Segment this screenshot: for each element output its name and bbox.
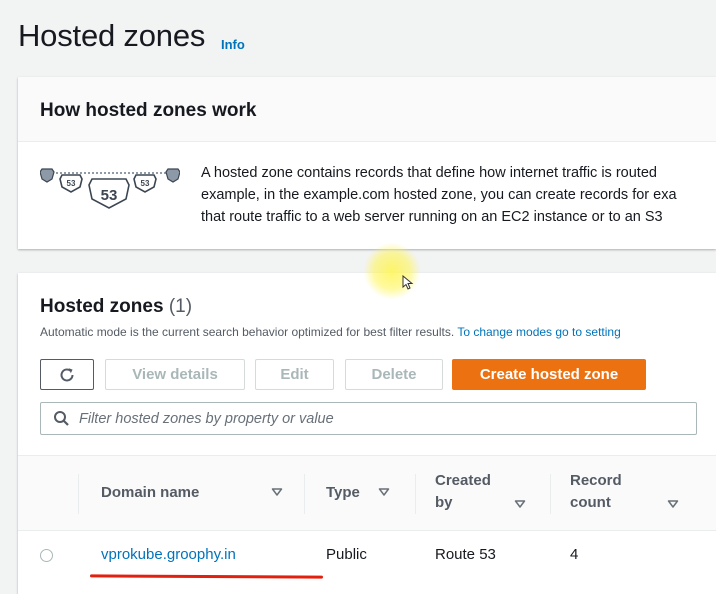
zones-panel-title: Hosted zones (1) <box>40 296 192 318</box>
create-hosted-zone-button[interactable]: Create hosted zone <box>452 359 646 390</box>
shield-label-right: 53 <box>141 179 150 188</box>
filter-input[interactable] <box>79 403 679 434</box>
column-divider <box>550 474 551 514</box>
column-divider <box>415 474 416 514</box>
page-title: Hosted zones <box>18 18 206 53</box>
column-divider <box>304 474 305 514</box>
shield-label-left: 53 <box>67 179 76 188</box>
how-hosted-zones-work-panel: How hosted zones work 53 53 53 A hosted … <box>18 77 716 249</box>
shield-label-center: 53 <box>101 187 118 204</box>
zones-count: (1) <box>168 296 193 317</box>
how-text-line: example, in the example.com hosted zone,… <box>201 187 677 203</box>
sort-caret-down-icon[interactable] <box>667 499 679 509</box>
search-icon <box>54 411 69 426</box>
edit-button[interactable]: Edit <box>255 359 334 390</box>
how-panel-description: A hosted zone contains records that defi… <box>201 162 677 228</box>
created-by-cell: Route 53 <box>435 546 496 563</box>
hosted-zones-table-panel: Hosted zones (1) Automatic mode is the c… <box>18 273 716 594</box>
mouse-pointer-icon <box>402 275 414 290</box>
search-mode-text: Automatic mode is the current search beh… <box>40 325 455 339</box>
column-header-type[interactable]: Type <box>326 482 360 504</box>
route53-shield-illustration: 53 53 53 <box>40 168 180 209</box>
sort-caret-down-icon[interactable] <box>271 487 283 497</box>
filter-search-box[interactable] <box>40 402 697 435</box>
table-header: Domain name Type Created by Record count <box>18 455 716 531</box>
how-text-line: that route traffic to a web server runni… <box>201 209 663 225</box>
column-header-created-by[interactable]: Created by <box>435 470 491 514</box>
search-mode-description: Automatic mode is the current search beh… <box>40 325 621 339</box>
refresh-button[interactable] <box>40 359 94 390</box>
domain-name-link[interactable]: vprokube.groophy.in <box>101 546 236 563</box>
how-panel-header[interactable]: How hosted zones work <box>18 77 716 142</box>
column-header-domain-name[interactable]: Domain name <box>101 482 199 504</box>
how-panel-title: How hosted zones work <box>40 100 257 121</box>
view-details-button[interactable]: View details <box>105 359 245 390</box>
record-count-cell: 4 <box>570 546 579 563</box>
zones-title-text: Hosted zones <box>40 296 164 317</box>
zone-type-cell: Public <box>326 546 367 563</box>
delete-button[interactable]: Delete <box>345 359 443 390</box>
row-select-radio[interactable] <box>40 549 53 562</box>
created-by-line2: by <box>435 494 453 511</box>
sort-caret-down-icon[interactable] <box>378 487 390 497</box>
column-divider <box>78 474 79 514</box>
record-count-line2: count <box>570 494 611 511</box>
sort-caret-down-icon[interactable] <box>514 499 526 509</box>
created-by-line1: Created <box>435 472 491 489</box>
info-link[interactable]: Info <box>221 37 245 52</box>
red-annotation-underline <box>89 574 324 579</box>
change-mode-link[interactable]: To change modes go to setting <box>457 325 620 339</box>
record-count-line1: Record <box>570 472 622 489</box>
column-header-record-count[interactable]: Record count <box>570 470 622 514</box>
how-text-line: A hosted zone contains records that defi… <box>201 165 657 181</box>
refresh-icon <box>60 367 74 381</box>
